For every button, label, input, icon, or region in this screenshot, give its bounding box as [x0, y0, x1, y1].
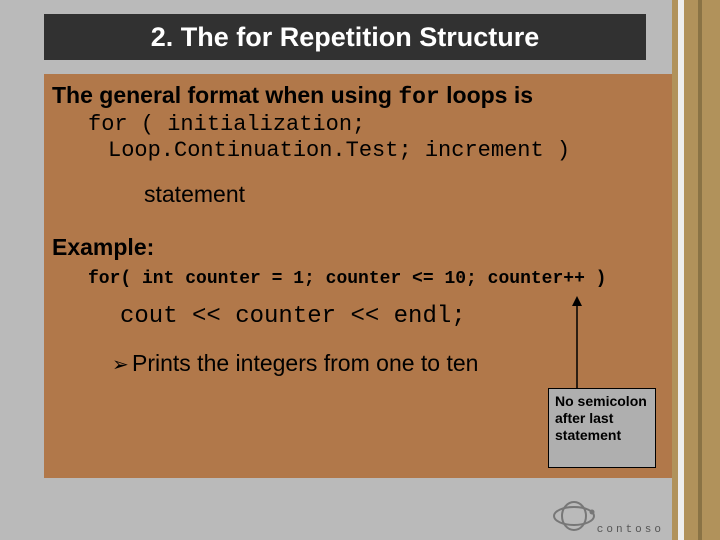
bullet-text: Prints the integers from one to ten — [132, 350, 478, 376]
callout-note: No semicolon after last statement — [548, 388, 656, 468]
side-accent-stripe-dark — [698, 0, 702, 540]
bullet-line: ➢Prints the integers from one to ten — [112, 350, 672, 377]
bullet-glyph-icon: ➢ — [112, 352, 132, 377]
intro-for-keyword: for — [398, 84, 439, 110]
brand-name: contoso — [597, 524, 664, 536]
slide: 2. The for Repetition Structure The gene… — [0, 0, 720, 540]
slide-title: 2. The for Repetition Structure — [44, 14, 646, 60]
side-accent — [672, 0, 720, 540]
example-for-line: for( int counter = 1; counter <= 10; cou… — [88, 269, 672, 289]
content-inner: The general format when using for loops … — [44, 74, 672, 377]
example-body-line: cout << counter << endl; — [120, 303, 672, 330]
intro-before: The general format when using — [52, 82, 398, 108]
side-accent-stripe-light — [678, 0, 684, 540]
example-label: Example: — [52, 234, 672, 261]
callout-note-text: No semicolon after last statement — [555, 393, 647, 443]
intro-line: The general format when using for loops … — [52, 82, 672, 110]
syntax-line-1: for ( initialization; — [88, 112, 672, 138]
title-bar: 2. The for Repetition Structure — [44, 14, 646, 60]
intro-after: loops is — [440, 82, 533, 108]
syntax-statement: statement — [144, 181, 672, 208]
syntax-line-2: Loop.Continuation.Test; increment ) — [108, 138, 672, 164]
